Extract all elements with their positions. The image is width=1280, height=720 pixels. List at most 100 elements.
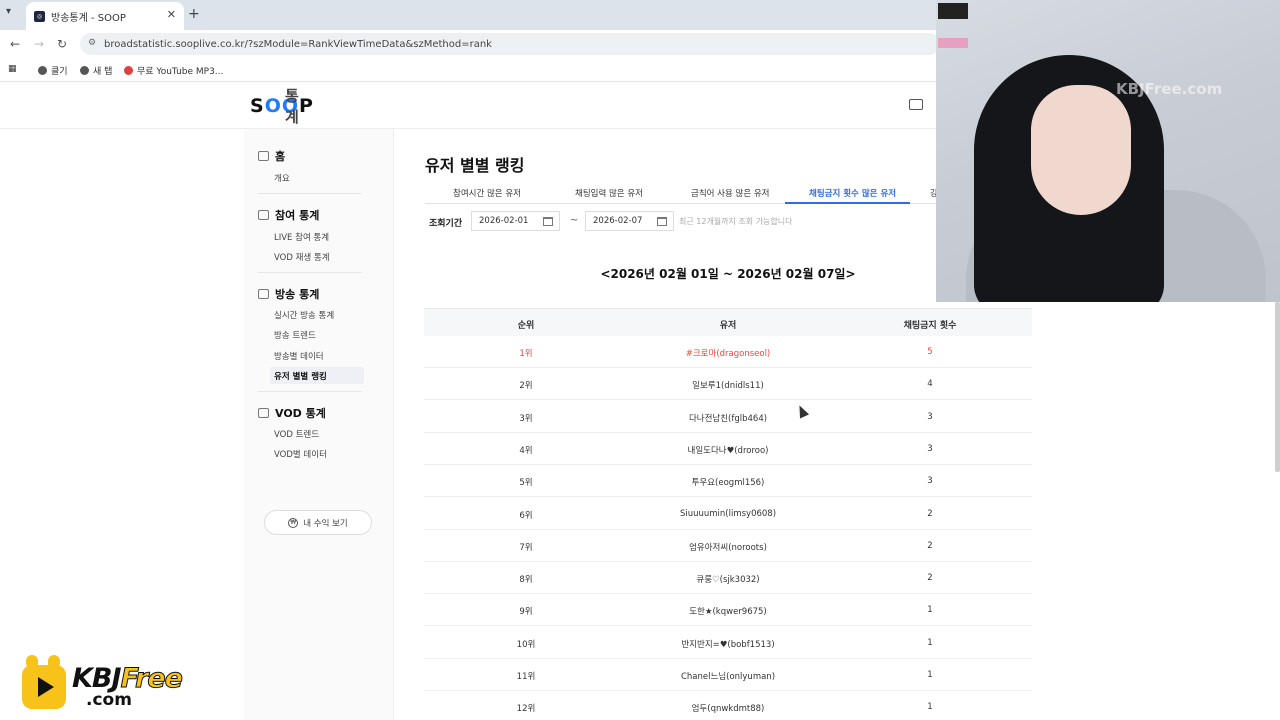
cell-count: 1 — [927, 605, 933, 616]
tab-participation-time[interactable]: 참여시간 많은 유저 — [453, 187, 521, 199]
url-field[interactable]: ⚙ broadstatistic.sooplive.co.kr/?szModul… — [80, 33, 940, 55]
site-info-icon[interactable]: ⚙ — [88, 38, 96, 48]
new-tab-icon[interactable]: + — [188, 6, 200, 22]
apps-icon[interactable]: ▦ — [8, 64, 17, 74]
bookmark-item[interactable]: 클기 — [38, 64, 68, 77]
browser-tab[interactable]: ◎ 방송통계 - SOOP ✕ — [26, 2, 184, 30]
table-row[interactable]: 2위 일보루1(dnidls11) 4 — [424, 368, 1032, 401]
tab-title: 방송통계 - SOOP — [51, 12, 126, 24]
broadcast-icon — [258, 289, 269, 299]
back-icon[interactable]: ← — [10, 37, 20, 51]
sidebar-item-live-stats[interactable]: LIVE 참여 통계 — [274, 231, 329, 243]
sidebar-item-broadcast-data[interactable]: 방송별 데이터 — [274, 350, 324, 362]
site-logo[interactable]: SOOP 통계 — [250, 87, 314, 126]
table-row[interactable]: 3위 다나전남친(fglb464) 3 — [424, 401, 1032, 433]
reload-icon[interactable]: ↻ — [57, 37, 67, 51]
sidebar-item-user-ranking[interactable]: 유저 별별 랭킹 — [270, 367, 364, 384]
cell-user[interactable]: 투우요(eogml156) — [628, 476, 828, 488]
cell-count: 5 — [927, 347, 933, 357]
webcam-overlay: KBJFree.com — [936, 0, 1280, 302]
cell-user[interactable]: 엄유아저씨(noroots) — [628, 541, 828, 553]
sidebar-section-participation[interactable]: 참여 통계 — [258, 207, 319, 223]
cell-count: 1 — [927, 637, 933, 648]
scrollbar[interactable] — [1275, 302, 1280, 472]
sidebar: 홈 개요 참여 통계 LIVE 참여 통계 VOD 재생 통계 방송 통계 실시… — [244, 129, 394, 720]
play-icon — [38, 677, 54, 697]
watermark: KBJFree.com — [1116, 80, 1223, 98]
column-rank: 순위 — [517, 321, 535, 331]
sidebar-item-vod-data[interactable]: VOD별 데이터 — [274, 448, 327, 460]
cell-rank: 5위 — [519, 478, 533, 489]
close-icon[interactable]: ✕ — [167, 8, 176, 21]
webcam-person — [1031, 85, 1131, 215]
period-label: 조회기간 — [429, 219, 463, 229]
table-row[interactable]: 10위 반지반지=♥(bobf1513) 1 — [424, 627, 1032, 659]
cell-user[interactable]: 반지반지=♥(bobf1513) — [628, 638, 828, 650]
url-text: broadstatistic.sooplive.co.kr/?szModule=… — [104, 38, 492, 50]
section-title: VOD 통계 — [275, 407, 326, 420]
revenue-button[interactable]: ₩ 내 수익 보기 — [264, 510, 372, 535]
sidebar-item-vod-play-stats[interactable]: VOD 재생 통계 — [274, 251, 330, 263]
sidebar-section-broadcast[interactable]: 방송 통계 — [258, 286, 319, 302]
bookmark-item[interactable]: 새 탭 — [80, 64, 112, 77]
sidebar-section-vod[interactable]: VOD 통계 — [258, 405, 326, 421]
section-title: 참여 통계 — [275, 209, 320, 222]
divider — [258, 272, 362, 273]
won-icon: ₩ — [288, 517, 299, 528]
cell-rank: 10위 — [516, 639, 536, 650]
sidebar-section-home[interactable]: 홈 — [258, 148, 285, 164]
sidebar-item-realtime[interactable]: 실시간 방송 통계 — [274, 309, 334, 321]
participation-icon — [258, 210, 269, 220]
cell-count: 1 — [927, 670, 933, 680]
cell-user[interactable]: 내일도다나♥(droroo) — [628, 444, 828, 456]
home-icon — [258, 151, 269, 161]
divider — [258, 391, 362, 392]
cell-user[interactable]: 일보루1(dnidls11) — [628, 379, 828, 391]
table-row[interactable]: 12위 엄두(qnwkdmt88) 1 — [424, 691, 1032, 720]
tab-chat-ban-count[interactable]: 채팅금지 횟수 많은 유저 — [809, 187, 896, 199]
table-row[interactable]: 8위 큐룽♡(sjk3032) 2 — [424, 562, 1032, 595]
globe-icon — [80, 66, 89, 75]
active-tab-indicator — [785, 202, 910, 204]
sidebar-item-trend[interactable]: 방송 트렌드 — [274, 329, 316, 341]
globe-icon — [124, 66, 133, 75]
column-ban-count: 채팅금지 횟수 — [903, 321, 957, 331]
cell-rank: 8위 — [519, 575, 533, 586]
section-title: 홈 — [275, 150, 286, 163]
table-row[interactable]: 7위 엄유아저씨(noroots) 2 — [424, 530, 1032, 562]
sidebar-item-overview[interactable]: 개요 — [274, 172, 290, 184]
cell-count: 3 — [927, 411, 933, 422]
tab-banned-words[interactable]: 금칙어 사용 많은 유저 — [691, 187, 770, 199]
cell-user[interactable]: Chanel느님(onlyuman) — [628, 670, 828, 682]
forward-icon[interactable]: → — [34, 37, 44, 51]
cell-user[interactable]: Siuuuumin(limsy0608) — [628, 509, 828, 519]
table-row[interactable]: 9위 도한★(kqwer9675) 1 — [424, 594, 1032, 627]
cell-count: 3 — [927, 443, 933, 454]
cell-rank: 6위 — [519, 510, 533, 521]
end-date-input[interactable]: 2026-02-07 — [585, 211, 674, 231]
table-row[interactable]: 1위 #크로마(dragonseol) 5 — [424, 336, 1032, 368]
calendar-icon[interactable] — [543, 217, 553, 226]
table-row[interactable]: 6위 Siuuuumin(limsy0608) 2 — [424, 498, 1032, 530]
screen: ▾ ◎ 방송통계 - SOOP ✕ + ← → ↻ ⚙ broadstatist… — [0, 0, 1280, 720]
calendar-icon[interactable] — [657, 217, 667, 226]
badge-domain: .com — [86, 690, 132, 710]
cell-user[interactable]: 도한★(kqwer9675) — [628, 605, 828, 617]
globe-icon — [38, 66, 47, 75]
table-row[interactable]: 4위 내일도다나♥(droroo) 3 — [424, 433, 1032, 465]
tab-chat-input[interactable]: 채팅입력 많은 유저 — [575, 187, 643, 199]
cell-count: 2 — [927, 508, 933, 519]
end-date-value: 2026-02-07 — [593, 216, 643, 226]
table-row[interactable]: 11위 Chanel느님(onlyuman) 1 — [424, 659, 1032, 691]
cell-rank: 2위 — [519, 381, 533, 392]
tab-menu-icon[interactable]: ▾ — [6, 6, 11, 17]
cell-user[interactable]: 큐룽♡(sjk3032) — [628, 573, 828, 585]
table-row[interactable]: 5위 투우요(eogml156) 3 — [424, 465, 1032, 498]
sidebar-item-vod-trend[interactable]: VOD 트렌드 — [274, 428, 319, 440]
cell-rank: 4위 — [519, 445, 533, 456]
camera-icon[interactable] — [909, 99, 923, 110]
start-date-input[interactable]: 2026-02-01 — [471, 211, 560, 231]
bookmark-item[interactable]: 무료 YouTube MP3... — [124, 64, 223, 77]
cell-user[interactable]: #크로마(dragonseol) — [628, 347, 828, 359]
cell-user[interactable]: 엄두(qnwkdmt88) — [628, 702, 828, 714]
